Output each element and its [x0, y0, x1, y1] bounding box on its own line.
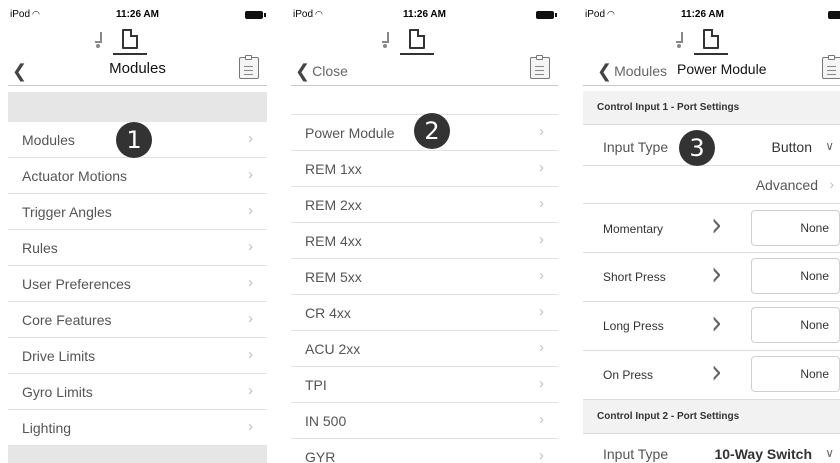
list-item-rem-2xx[interactable]: REM 2xx ›: [291, 187, 558, 223]
list-footer: [8, 446, 267, 463]
chevron-right-icon: ›: [539, 375, 544, 392]
momentary-value-field[interactable]: None: [751, 210, 840, 246]
document-icon[interactable]: [409, 29, 425, 49]
momentary-row: Momentary › None: [583, 204, 840, 253]
chevron-right-icon: ›: [539, 339, 544, 356]
document-icon[interactable]: [122, 29, 138, 49]
status-time: 11:26 AM: [403, 9, 446, 20]
list-item-rules[interactable]: Rules ›: [8, 230, 267, 266]
status-bar: iPod ◠ 11:26 AM: [8, 9, 267, 23]
wheelchair-icon[interactable]: [94, 32, 106, 48]
chevron-right-icon[interactable]: ›: [711, 205, 722, 245]
battery-icon: [828, 11, 840, 19]
chevron-right-icon: ›: [248, 202, 253, 219]
step-badge: 2: [414, 113, 450, 149]
battery-icon: [536, 11, 557, 19]
module-list: Power Module › REM 1xx › REM 2xx › REM 4xx ›…: [291, 114, 558, 463]
nav-bar: ❮ Modules Power Module: [583, 52, 840, 86]
list-item-trigger-angles[interactable]: Trigger Angles ›: [8, 194, 267, 230]
list-item-rem-5xx[interactable]: REM 5xx ›: [291, 259, 558, 295]
list-item-user-preferences[interactable]: User Preferences ›: [8, 266, 267, 302]
status-time: 11:26 AM: [116, 9, 159, 20]
list-item-gyro-limits[interactable]: Gyro Limits ›: [8, 374, 267, 410]
clipboard-icon[interactable]: [530, 55, 550, 79]
chevron-right-icon: ›: [248, 274, 253, 291]
page-title: Modules: [109, 60, 166, 77]
chevron-right-icon: ›: [248, 130, 253, 147]
carrier-label: iPod ◠: [585, 9, 615, 20]
chevron-right-icon: ›: [539, 159, 544, 176]
page-title: Power Module: [677, 61, 767, 77]
list-item-rem-4xx[interactable]: REM 4xx ›: [291, 223, 558, 259]
chevron-right-icon: ›: [248, 382, 253, 399]
section-header-input-1: Control Input 1 - Port Settings: [583, 91, 840, 125]
chevron-right-icon: ›: [539, 411, 544, 428]
chevron-right-icon[interactable]: ›: [711, 303, 722, 343]
wheelchair-icon[interactable]: [381, 32, 393, 48]
modules-list: Modules › Actuator Motions › Trigger Angle…: [8, 122, 267, 446]
list-item-in-500[interactable]: IN 500 ›: [291, 403, 558, 439]
chevron-right-icon: ›: [829, 176, 834, 192]
list-item-actuator-motions[interactable]: Actuator Motions ›: [8, 158, 267, 194]
long-press-value-field[interactable]: None: [751, 307, 840, 343]
step-badge: 3: [679, 130, 715, 166]
list-item-rem-1xx[interactable]: REM 1xx ›: [291, 151, 558, 187]
short-press-value-field[interactable]: None: [751, 258, 840, 294]
list-item-cr-4xx[interactable]: CR 4xx ›: [291, 295, 558, 331]
chevron-right-icon: ›: [539, 195, 544, 212]
back-button[interactable]: ❮ Modules: [597, 60, 667, 81]
nav-bar: ❮ Modules: [8, 52, 267, 86]
status-bar: iPod ◠ 11:26 AM: [291, 9, 558, 23]
chevron-right-icon: ›: [248, 346, 253, 363]
chevron-right-icon[interactable]: ›: [711, 254, 722, 294]
section-header-input-2: Control Input 2 - Port Settings: [583, 400, 840, 434]
list-item-gyr[interactable]: GYR ›: [291, 439, 558, 463]
modules-screen: iPod ◠ 11:26 AM ❮ Modules Modules › Actuat…: [8, 0, 267, 463]
close-button[interactable]: ❮ Close: [295, 60, 348, 81]
chevron-right-icon: ›: [248, 238, 253, 255]
document-icon[interactable]: [703, 29, 719, 49]
chevron-right-icon: ›: [539, 267, 544, 284]
clipboard-icon[interactable]: [822, 55, 840, 79]
chevron-right-icon[interactable]: ›: [711, 352, 722, 392]
chevron-right-icon: ›: [539, 231, 544, 248]
power-modules-screen: iPod ◠ 11:26 AM ❮ Close Power Module › REM …: [291, 0, 558, 463]
chevron-right-icon: ›: [248, 310, 253, 327]
clipboard-icon[interactable]: [239, 55, 259, 79]
status-time: 11:26 AM: [681, 9, 724, 20]
section-spacer: [8, 92, 267, 122]
list-item-core-features[interactable]: Core Features ›: [8, 302, 267, 338]
chevron-right-icon: ›: [539, 447, 544, 463]
advanced-row[interactable]: Advanced ›: [583, 166, 840, 204]
chevron-down-icon: ∨: [825, 446, 834, 460]
status-bar: iPod ◠ 11:26 AM: [583, 9, 840, 23]
on-press-row: On Press › None: [583, 351, 840, 400]
wheelchair-icon[interactable]: [675, 32, 687, 48]
step-badge: 1: [116, 122, 152, 158]
chevron-left-icon: ❮: [295, 61, 311, 81]
chevron-right-icon: ›: [539, 123, 544, 140]
list-item-drive-limits[interactable]: Drive Limits ›: [8, 338, 267, 374]
on-press-value-field[interactable]: None: [751, 356, 840, 392]
chevron-right-icon: ›: [539, 303, 544, 320]
short-press-row: Short Press › None: [583, 253, 840, 302]
chevron-left-icon: ❮: [597, 61, 613, 81]
long-press-row: Long Press › None: [583, 302, 840, 351]
list-item-acu-2xx[interactable]: ACU 2xx ›: [291, 331, 558, 367]
wifi-icon: ◠: [607, 9, 615, 19]
list-item-tpi[interactable]: TPI ›: [291, 367, 558, 403]
input-type-2-select[interactable]: Input Type 10-Way Switch ∨: [583, 434, 840, 463]
list-item-lighting[interactable]: Lighting ›: [8, 410, 267, 446]
power-module-settings-screen: iPod ◠ 11:26 AM ❮ Modules Power Module Con…: [583, 0, 840, 463]
chevron-right-icon: ›: [248, 166, 253, 183]
chevron-right-icon: ›: [248, 418, 253, 435]
nav-bar: ❮ Close: [291, 52, 558, 86]
battery-icon: [245, 11, 266, 19]
chevron-down-icon: ∨: [825, 139, 834, 153]
